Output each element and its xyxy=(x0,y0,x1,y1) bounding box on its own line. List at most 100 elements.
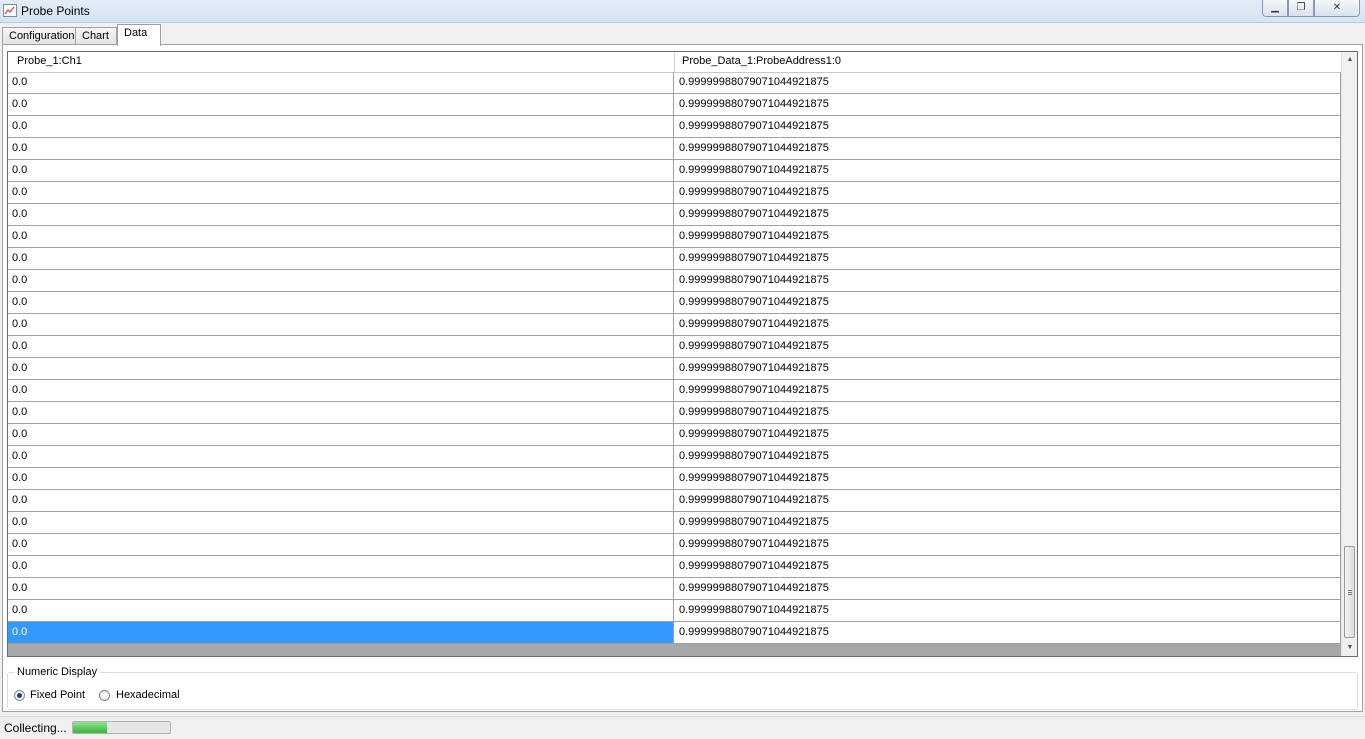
cell-probe-address[interactable]: 0.99999988079071044921875 xyxy=(675,94,1341,115)
scrollbar-thumb[interactable] xyxy=(1344,546,1355,638)
cell-probe-address[interactable]: 0.99999988079071044921875 xyxy=(675,556,1341,577)
cell-probe-address[interactable]: 0.99999988079071044921875 xyxy=(675,512,1341,533)
table-row[interactable]: 0.0 0.99999988079071044921875 xyxy=(8,556,1341,578)
table-row[interactable]: 0.0 0.99999988079071044921875 xyxy=(8,512,1341,534)
cell-ch1[interactable]: 0.0 xyxy=(8,490,674,511)
cell-ch1[interactable]: 0.0 xyxy=(8,248,674,269)
table-row[interactable]: 0.0 0.99999988079071044921875 xyxy=(8,490,1341,512)
table-row[interactable]: 0.0 0.99999988079071044921875 xyxy=(8,204,1341,226)
cell-probe-address[interactable]: 0.99999988079071044921875 xyxy=(675,138,1341,159)
cell-ch1[interactable]: 0.0 xyxy=(8,578,674,599)
cell-probe-address[interactable]: 0.99999988079071044921875 xyxy=(675,534,1341,555)
cell-ch1[interactable]: 0.0 xyxy=(8,138,674,159)
scroll-up-arrow-icon[interactable]: ▲ xyxy=(1342,52,1357,68)
table-row[interactable]: 0.0 0.99999988079071044921875 xyxy=(8,160,1341,182)
probe-data-grid[interactable]: Probe_1:Ch1 Probe_Data_1:ProbeAddress1:0… xyxy=(7,51,1358,657)
title-bar: Probe Points ▁ ❐ ✕ xyxy=(0,0,1365,23)
cell-probe-address[interactable]: 0.99999988079071044921875 xyxy=(675,424,1341,445)
cell-probe-address[interactable]: 0.99999988079071044921875 xyxy=(675,578,1341,599)
table-row[interactable]: 0.0 0.99999988079071044921875 xyxy=(8,446,1341,468)
table-row[interactable]: 0.0 0.99999988079071044921875 xyxy=(8,94,1341,116)
table-row[interactable]: 0.0 0.99999988079071044921875 xyxy=(8,534,1341,556)
table-row[interactable]: 0.0 0.99999988079071044921875 xyxy=(8,314,1341,336)
cell-ch1[interactable]: 0.0 xyxy=(8,292,674,313)
cell-ch1[interactable]: 0.0 xyxy=(8,622,674,643)
cell-probe-address[interactable]: 0.99999988079071044921875 xyxy=(675,336,1341,357)
tab-chart[interactable]: Chart xyxy=(75,27,117,45)
cell-ch1[interactable]: 0.0 xyxy=(8,534,674,555)
cell-ch1[interactable]: 0.0 xyxy=(8,446,674,467)
column-divider[interactable] xyxy=(674,52,675,72)
cell-probe-address[interactable]: 0.99999988079071044921875 xyxy=(675,116,1341,137)
vertical-scrollbar[interactable]: ▲ ▼ xyxy=(1341,52,1357,656)
cell-ch1[interactable]: 0.0 xyxy=(8,468,674,489)
cell-probe-address[interactable]: 0.99999988079071044921875 xyxy=(675,270,1341,291)
cell-ch1[interactable]: 0.0 xyxy=(8,270,674,291)
cell-ch1[interactable]: 0.0 xyxy=(8,336,674,357)
cell-ch1[interactable]: 0.0 xyxy=(8,226,674,247)
cell-ch1[interactable]: 0.0 xyxy=(8,512,674,533)
table-row[interactable]: 0.0 0.99999988079071044921875 xyxy=(8,226,1341,248)
hexadecimal-radio[interactable] xyxy=(99,690,110,701)
grid-body: 0.0 0.99999988079071044921875 0.0 0.9999998… xyxy=(8,72,1341,644)
table-row[interactable]: 0.0 0.99999988079071044921875 xyxy=(8,292,1341,314)
fixed-point-label[interactable]: Fixed Point xyxy=(30,689,85,701)
cell-probe-address[interactable]: 0.99999988079071044921875 xyxy=(675,182,1341,203)
cell-probe-address[interactable]: 0.99999988079071044921875 xyxy=(675,622,1341,643)
close-button[interactable]: ✕ xyxy=(1314,0,1360,17)
table-row[interactable]: 0.0 0.99999988079071044921875 xyxy=(8,336,1341,358)
table-row[interactable]: 0.0 0.99999988079071044921875 xyxy=(8,72,1341,94)
table-row[interactable]: 0.0 0.99999988079071044921875 xyxy=(8,380,1341,402)
cell-probe-address[interactable]: 0.99999988079071044921875 xyxy=(675,468,1341,489)
cell-ch1[interactable]: 0.0 xyxy=(8,380,674,401)
table-row[interactable]: 0.0 0.99999988079071044921875 xyxy=(8,116,1341,138)
cell-probe-address[interactable]: 0.99999988079071044921875 xyxy=(675,204,1341,225)
cell-probe-address[interactable]: 0.99999988079071044921875 xyxy=(675,292,1341,313)
cell-probe-address[interactable]: 0.99999988079071044921875 xyxy=(675,490,1341,511)
cell-ch1[interactable]: 0.0 xyxy=(8,94,674,115)
tab-configuration[interactable]: Configuration xyxy=(2,27,76,45)
table-row[interactable]: 0.0 0.99999988079071044921875 xyxy=(8,424,1341,446)
column-header-ch1[interactable]: Probe_1:Ch1 xyxy=(17,55,82,67)
cell-ch1[interactable]: 0.0 xyxy=(8,600,674,621)
cell-ch1[interactable]: 0.0 xyxy=(8,402,674,423)
cell-probe-address[interactable]: 0.99999988079071044921875 xyxy=(675,314,1341,335)
tab-data[interactable]: Data xyxy=(117,24,161,46)
cell-probe-address[interactable]: 0.99999988079071044921875 xyxy=(675,72,1341,93)
table-row[interactable]: 0.0 0.99999988079071044921875 xyxy=(8,358,1341,380)
cell-ch1[interactable]: 0.0 xyxy=(8,72,674,93)
cell-probe-address[interactable]: 0.99999988079071044921875 xyxy=(675,380,1341,401)
cell-ch1[interactable]: 0.0 xyxy=(8,160,674,181)
cell-probe-address[interactable]: 0.99999988079071044921875 xyxy=(675,402,1341,423)
numeric-display-legend: Numeric Display xyxy=(14,666,101,678)
fixed-point-radio[interactable] xyxy=(14,690,25,701)
restore-button[interactable]: ❐ xyxy=(1288,0,1314,17)
table-row[interactable]: 0.0 0.99999988079071044921875 xyxy=(8,138,1341,160)
table-row[interactable]: 0.0 0.99999988079071044921875 xyxy=(8,578,1341,600)
hexadecimal-label[interactable]: Hexadecimal xyxy=(116,689,180,701)
cell-ch1[interactable]: 0.0 xyxy=(8,116,674,137)
table-row[interactable]: 0.0 0.99999988079071044921875 xyxy=(8,248,1341,270)
minimize-button[interactable]: ▁ xyxy=(1262,0,1288,17)
cell-probe-address[interactable]: 0.99999988079071044921875 xyxy=(675,160,1341,181)
cell-ch1[interactable]: 0.0 xyxy=(8,358,674,379)
column-header-probe-address[interactable]: Probe_Data_1:ProbeAddress1:0 xyxy=(682,55,841,67)
table-row[interactable]: 0.0 0.99999988079071044921875 xyxy=(8,182,1341,204)
cell-probe-address[interactable]: 0.99999988079071044921875 xyxy=(675,226,1341,247)
cell-ch1[interactable]: 0.0 xyxy=(8,556,674,577)
cell-ch1[interactable]: 0.0 xyxy=(8,182,674,203)
cell-ch1[interactable]: 0.0 xyxy=(8,204,674,225)
table-row[interactable]: 0.0 0.99999988079071044921875 xyxy=(8,402,1341,424)
cell-ch1[interactable]: 0.0 xyxy=(8,314,674,335)
scroll-down-arrow-icon[interactable]: ▼ xyxy=(1342,640,1357,656)
table-row[interactable]: 0.0 0.99999988079071044921875 xyxy=(8,622,1341,644)
cell-probe-address[interactable]: 0.99999988079071044921875 xyxy=(675,248,1341,269)
table-row[interactable]: 0.0 0.99999988079071044921875 xyxy=(8,468,1341,490)
cell-probe-address[interactable]: 0.99999988079071044921875 xyxy=(675,446,1341,467)
status-bar: Collecting... xyxy=(0,716,1365,739)
table-row[interactable]: 0.0 0.99999988079071044921875 xyxy=(8,270,1341,292)
cell-probe-address[interactable]: 0.99999988079071044921875 xyxy=(675,600,1341,621)
table-row[interactable]: 0.0 0.99999988079071044921875 xyxy=(8,600,1341,622)
cell-probe-address[interactable]: 0.99999988079071044921875 xyxy=(675,358,1341,379)
cell-ch1[interactable]: 0.0 xyxy=(8,424,674,445)
